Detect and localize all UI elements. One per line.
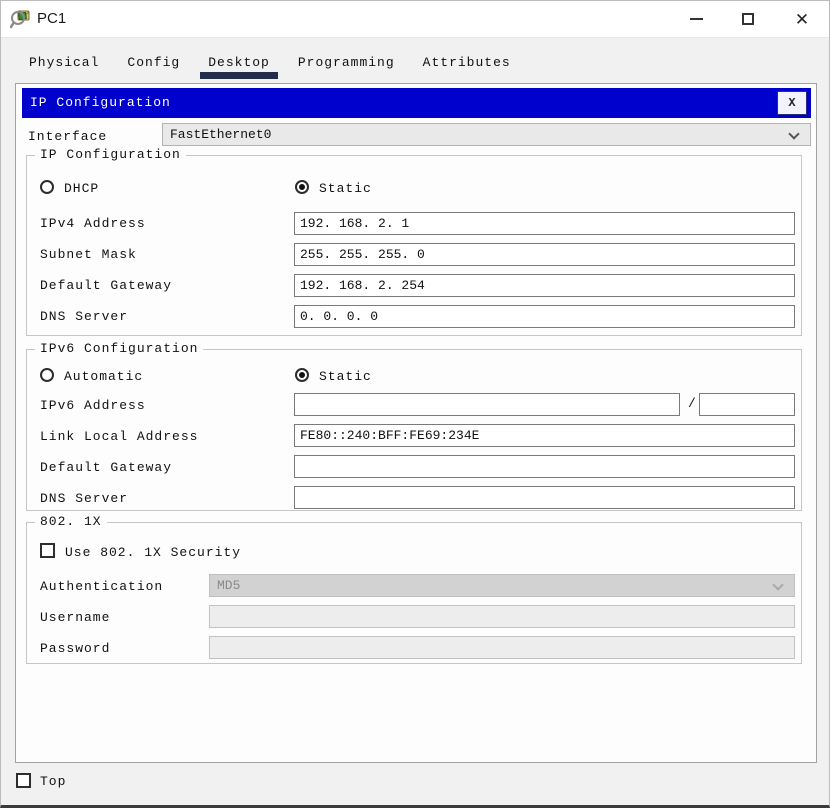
ipv6-prefix-input[interactable] — [699, 393, 795, 416]
ipv4-static-label: Static — [319, 181, 372, 196]
authentication-dropdown: MD5 — [209, 574, 795, 597]
window-title: PC1 — [37, 10, 67, 27]
ipv6-address-input[interactable] — [294, 393, 680, 416]
chevron-down-icon — [788, 128, 800, 140]
tab-physical[interactable]: Physical — [15, 51, 113, 79]
link-local-address-label: Link Local Address — [40, 429, 199, 444]
dot1x-group-legend: 802. 1X — [35, 514, 107, 529]
subnet-mask-input[interactable] — [294, 243, 795, 266]
ipv6-dns-server-input[interactable] — [294, 486, 795, 509]
tab-desktop[interactable]: Desktop — [194, 51, 284, 79]
authentication-label: Authentication — [40, 579, 164, 594]
tab-config[interactable]: Config — [113, 51, 194, 79]
pc-config-window: PC1 ✕ Physical Config Desktop Programmin… — [0, 0, 830, 808]
ipv6-group-legend: IPv6 Configuration — [35, 341, 204, 356]
dns-server-label: DNS Server — [40, 309, 129, 324]
link-local-address-input[interactable] — [294, 424, 795, 447]
ipv6-static-radio[interactable] — [295, 368, 309, 382]
use-8021x-label: Use 802. 1X Security — [65, 545, 242, 560]
maximize-icon — [742, 13, 754, 25]
dialog-header: IP Configuration X — [22, 88, 811, 118]
authentication-value: MD5 — [217, 578, 241, 593]
subnet-mask-label: Subnet Mask — [40, 247, 137, 262]
username-input — [209, 605, 795, 628]
tab-attributes[interactable]: Attributes — [409, 51, 525, 79]
close-button[interactable]: ✕ — [779, 1, 825, 37]
minimize-button[interactable] — [673, 1, 719, 37]
top-checkbox[interactable] — [16, 773, 31, 788]
default-gateway-label: Default Gateway — [40, 278, 173, 293]
interface-label: Interface — [28, 129, 108, 144]
desktop-panel: IP Configuration X Interface FastEtherne… — [15, 83, 817, 763]
close-icon: ✕ — [794, 9, 810, 29]
dialog-title: IP Configuration — [30, 95, 171, 110]
ipv6-default-gateway-input[interactable] — [294, 455, 795, 478]
ipv4-address-input[interactable] — [294, 212, 795, 235]
title-bar: PC1 ✕ — [1, 1, 829, 38]
ipv4-address-label: IPv4 Address — [40, 216, 146, 231]
ipv6-automatic-radio[interactable] — [40, 368, 54, 382]
dhcp-label: DHCP — [64, 181, 100, 196]
ipv6-static-label: Static — [319, 369, 372, 384]
ip-group-legend: IP Configuration — [35, 147, 186, 162]
password-label: Password — [40, 641, 111, 656]
top-checkbox-label: Top — [40, 774, 67, 789]
interface-value: FastEthernet0 — [170, 127, 272, 142]
tab-programming[interactable]: Programming — [284, 51, 409, 79]
interface-dropdown[interactable]: FastEthernet0 — [162, 123, 811, 146]
minimize-icon — [689, 18, 703, 20]
username-label: Username — [40, 610, 111, 625]
tab-bar: Physical Config Desktop Programming Attr… — [15, 51, 525, 79]
default-gateway-input[interactable] — [294, 274, 795, 297]
dialog-close-button[interactable]: X — [777, 91, 807, 115]
password-input — [209, 636, 795, 659]
chevron-down-icon — [772, 579, 784, 591]
ipv4-static-radio[interactable] — [295, 180, 309, 194]
dhcp-radio[interactable] — [40, 180, 54, 194]
use-8021x-checkbox[interactable] — [40, 543, 55, 558]
ipv6-dns-server-label: DNS Server — [40, 491, 129, 506]
maximize-button[interactable] — [725, 1, 771, 37]
dns-server-input[interactable] — [294, 305, 795, 328]
ipv6-automatic-label: Automatic — [64, 369, 144, 384]
ipv6-default-gateway-label: Default Gateway — [40, 460, 173, 475]
ipv6-address-label: IPv6 Address — [40, 398, 146, 413]
packet-tracer-icon — [10, 10, 30, 29]
ipv6-prefix-separator: / — [688, 396, 697, 411]
